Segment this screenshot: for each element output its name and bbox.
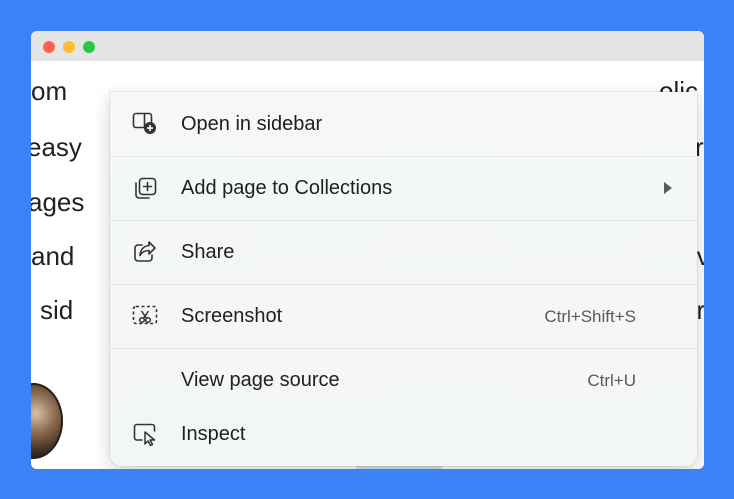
- maximize-window-button[interactable]: [83, 41, 95, 53]
- collections-add-icon: [131, 174, 159, 202]
- menu-item-label: Inspect: [181, 423, 246, 445]
- background-text-left-1: om: [31, 76, 68, 106]
- submenu-arrow-icon: [664, 182, 672, 194]
- menu-item-share[interactable]: Share: [110, 220, 697, 284]
- open-in-sidebar-icon: [131, 110, 159, 138]
- close-window-button[interactable]: [43, 41, 55, 53]
- background-text-left-5: sid: [40, 295, 74, 325]
- menu-item-shortcut: Ctrl+U: [587, 371, 636, 390]
- browser-window: om easy ages and sid olic lair to sitiv …: [31, 31, 704, 469]
- menu-item-label: View page source: [181, 369, 340, 391]
- minimize-window-button[interactable]: [63, 41, 75, 53]
- background-text-left-3: ages: [31, 187, 85, 217]
- menu-item-label: Open in sidebar: [181, 113, 323, 135]
- menu-item-open-in-sidebar[interactable]: Open in sidebar: [110, 92, 697, 156]
- menu-item-label: Screenshot: [181, 305, 283, 327]
- window-titlebar: [31, 31, 704, 61]
- menu-item-label: Add page to Collections: [181, 177, 393, 199]
- screenshot-icon: [131, 302, 159, 330]
- author-avatar: [31, 383, 63, 459]
- inspect-icon: [131, 420, 159, 448]
- context-menu: Open in sidebar Add page to Collections: [110, 92, 697, 466]
- menu-item-label: Share: [181, 241, 235, 263]
- menu-item-inspect[interactable]: Inspect: [110, 402, 697, 466]
- menu-item-shortcut: Ctrl+Shift+S: [544, 307, 636, 326]
- background-text-left-4: and: [31, 241, 75, 271]
- menu-item-screenshot[interactable]: Screenshot Ctrl+Shift+S: [110, 284, 697, 348]
- background-text-left-2: easy: [31, 132, 82, 162]
- share-icon: [131, 238, 159, 266]
- menu-item-add-to-collections[interactable]: Add page to Collections: [110, 156, 697, 220]
